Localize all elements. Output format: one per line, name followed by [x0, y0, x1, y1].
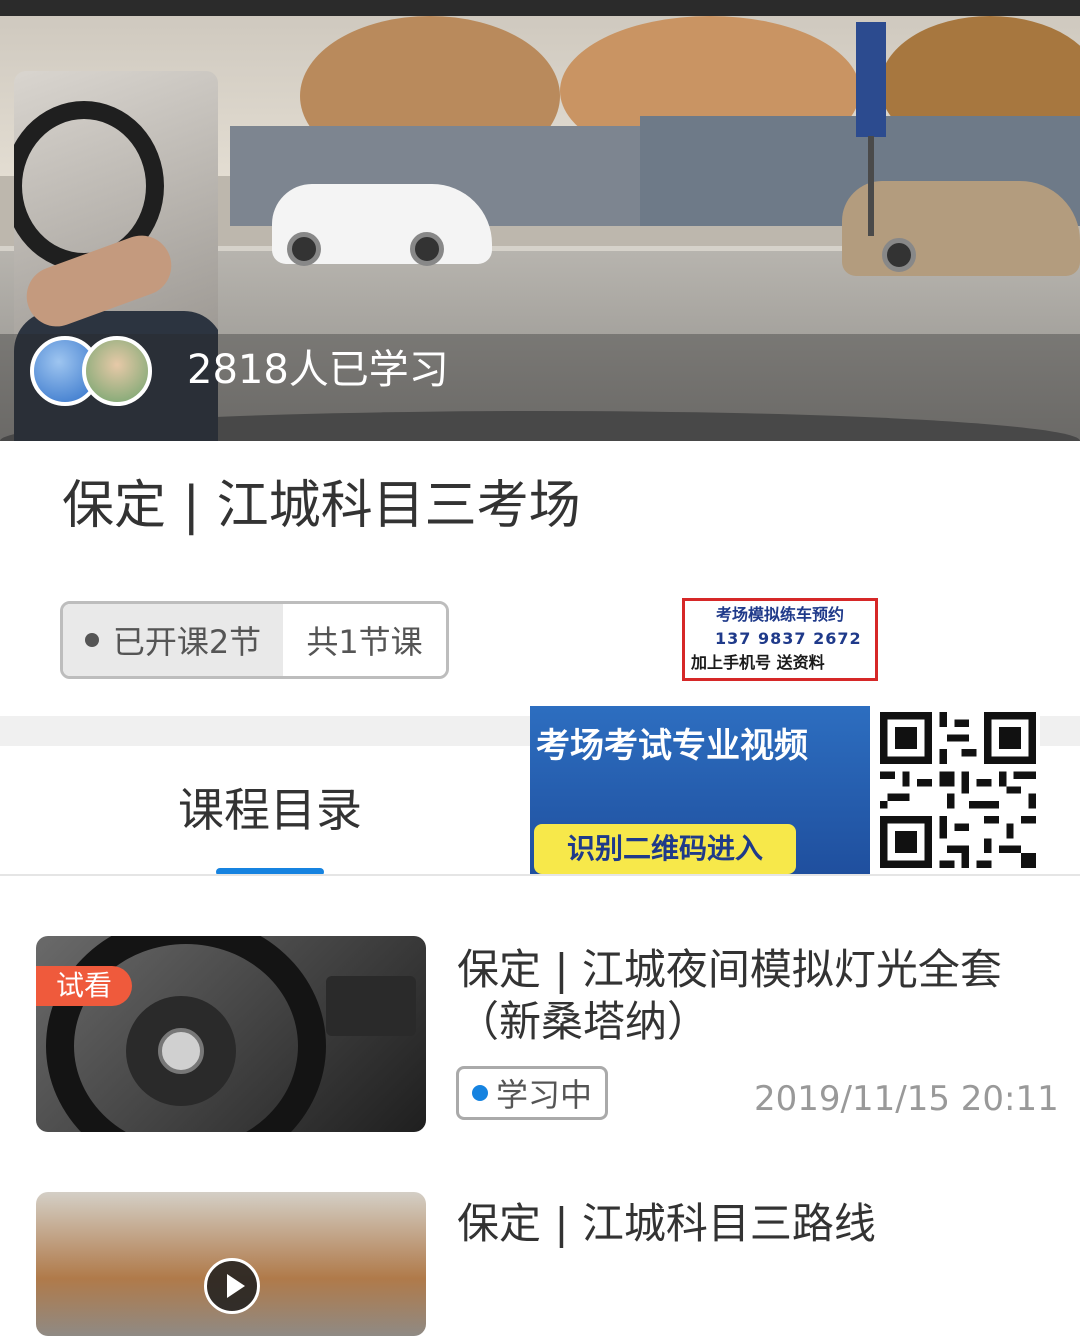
course-title: 保定 | 江城科目三考场	[62, 476, 581, 536]
cover-car-gold	[842, 181, 1080, 276]
tab-course-catalog[interactable]: 课程目录	[178, 780, 362, 840]
opened-lessons-label: 已开课2节	[112, 623, 262, 661]
learners-overlay	[0, 334, 1080, 441]
promo-line-3: 加上手机号 送资料	[691, 653, 825, 672]
status-bar	[0, 0, 1080, 16]
tab-divider	[0, 874, 1080, 876]
course-progress-pill: 已开课2节 共1节课	[60, 601, 449, 679]
learned-count: 2818人已学习	[187, 347, 449, 393]
learner-avatar	[82, 336, 152, 406]
promo-phone-box: 考场模拟练车预约 137 9837 2672 加上手机号 送资料	[682, 598, 878, 681]
lesson-title[interactable]: 保定 | 江城夜间模拟灯光全套（新桑塔纳）	[457, 944, 1017, 1048]
qr-scan-button[interactable]: 识别二维码进入	[534, 824, 796, 874]
lesson-date: 2019/11/15 20:11	[754, 1079, 1059, 1119]
thumb-air-vent	[326, 976, 416, 1036]
cover-road-sign	[856, 22, 886, 137]
trial-badge: 试看	[36, 966, 132, 1006]
dot-icon	[84, 633, 99, 647]
status-dot-icon	[471, 1085, 488, 1101]
qr-code-icon	[880, 712, 1036, 868]
cover-wheel	[410, 232, 444, 266]
lesson-title[interactable]: 保定 | 江城科目三路线	[457, 1198, 876, 1250]
cover-sign-pole	[868, 136, 874, 236]
opened-lessons: 已开课2节	[63, 604, 283, 676]
cover-wheel	[882, 238, 916, 272]
qr-banner-headline: 考场考试专业视频	[536, 726, 808, 766]
cover-wheel	[287, 232, 321, 266]
play-icon[interactable]	[204, 1258, 260, 1314]
promo-line-1: 考场模拟练车预约	[715, 605, 844, 624]
status-badge: 学习中	[456, 1066, 608, 1120]
vw-logo-icon	[158, 1028, 204, 1074]
status-label: 学习中	[495, 1076, 592, 1114]
total-lessons: 共1节课	[283, 604, 446, 676]
promo-phone: 137 9837 2672	[715, 629, 862, 648]
qr-promo-banner[interactable]: 考场考试专业视频 识别二维码进入	[530, 706, 1040, 874]
lesson-thumbnail[interactable]	[36, 1192, 426, 1336]
qr-banner-panel: 考场考试专业视频 识别二维码进入	[530, 706, 870, 874]
course-cover-video[interactable]	[0, 16, 1080, 441]
